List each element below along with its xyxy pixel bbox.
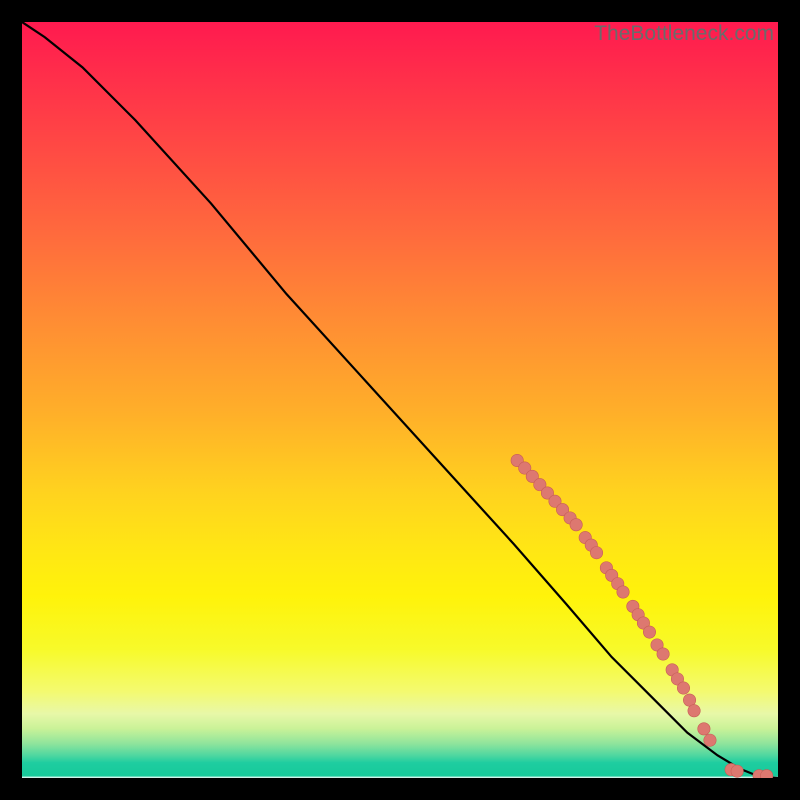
chart-frame: TheBottleneck.com [22, 22, 778, 778]
chart-gradient-background [22, 22, 778, 778]
